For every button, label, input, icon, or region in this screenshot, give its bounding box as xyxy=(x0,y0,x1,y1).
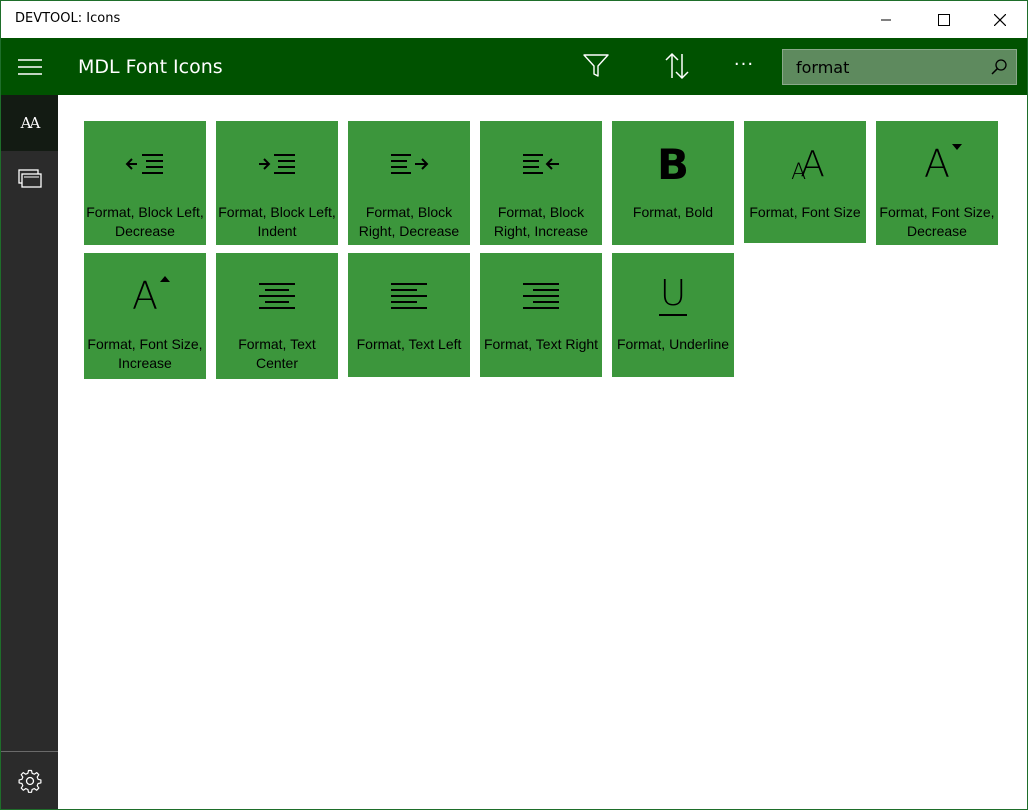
icon-tile-label: Format, Block Left, Decrease xyxy=(86,204,204,239)
icon-tile[interactable]: Format, Block Left, Decrease xyxy=(84,121,206,245)
sort-button[interactable] xyxy=(657,46,697,86)
more-icon: ··· xyxy=(733,53,755,75)
maximize-button[interactable] xyxy=(921,1,967,38)
icon-tile[interactable]: AA Format, Font Size xyxy=(744,121,866,243)
icon-tile-label: Format, Block Right, Decrease xyxy=(358,204,460,239)
app-title: MDL Font Icons xyxy=(78,56,223,78)
filter-icon xyxy=(583,54,609,77)
images-icon xyxy=(17,169,42,188)
window-title: DEVTOOL: Icons xyxy=(15,11,121,26)
icon-tile-label: Format, Text Right xyxy=(483,336,599,352)
icon-tile-label: Format, Bold xyxy=(632,204,714,220)
maximize-icon xyxy=(938,13,950,26)
close-button[interactable] xyxy=(977,1,1023,38)
title-bar: DEVTOOL: Icons xyxy=(1,1,1027,38)
underline-icon: U xyxy=(659,273,687,316)
icon-tile[interactable]: A Format, Font Size, Decrease xyxy=(876,121,998,245)
app-window: DEVTOOL: Icons MDL Font Icons ··· format… xyxy=(0,0,1028,810)
icon-tile-label: Format, Block Left, Indent xyxy=(218,204,336,239)
settings-icon xyxy=(18,769,41,793)
more-button[interactable]: ··· xyxy=(724,44,764,84)
nav-divider xyxy=(1,751,58,752)
icon-tile-label: Format, Text Left xyxy=(356,336,462,352)
icon-tile[interactable]: A Format, Font Size, Increase xyxy=(84,253,206,379)
nav-item-images[interactable] xyxy=(1,151,58,207)
block-left-decrease-icon xyxy=(125,154,163,174)
icon-tile[interactable]: Format, Block Right, Decrease xyxy=(348,121,470,245)
font-icon: AA xyxy=(20,114,41,132)
minimize-icon xyxy=(881,19,891,20)
nav-item-fonts[interactable]: AA xyxy=(1,95,58,151)
bold-icon: B xyxy=(656,139,689,189)
icon-tile[interactable]: Format, Block Right, Increase xyxy=(480,121,602,245)
icon-tile-label: Format, Font Size xyxy=(749,204,861,220)
icon-tile-label: Format, Font Size, Decrease xyxy=(879,204,995,239)
nav-item-settings[interactable] xyxy=(1,753,58,809)
icon-tile[interactable]: Format, Text Center xyxy=(216,253,338,379)
text-right-icon xyxy=(523,283,559,309)
icon-tile[interactable]: Format, Block Left, Indent xyxy=(216,121,338,245)
minimize-button[interactable] xyxy=(863,1,909,38)
search-icon[interactable] xyxy=(990,58,1008,76)
sort-icon xyxy=(665,52,689,80)
icon-tile[interactable]: U Format, Underline xyxy=(612,253,734,377)
search-input[interactable] xyxy=(783,50,983,84)
icon-tile-label: Format, Text Center xyxy=(238,336,316,371)
close-icon xyxy=(994,13,1006,26)
hamburger-icon xyxy=(17,58,42,75)
icon-tile[interactable]: Format, Text Right xyxy=(480,253,602,377)
app-bar: MDL Font Icons ··· xyxy=(1,38,1027,95)
block-left-indent-icon xyxy=(259,154,295,174)
icon-tile-label: Format, Block Right, Increase xyxy=(493,204,589,239)
text-center-icon xyxy=(259,283,295,309)
hamburger-button[interactable] xyxy=(1,38,58,95)
text-left-icon xyxy=(391,283,427,309)
icon-tile[interactable]: B Format, Bold xyxy=(612,121,734,245)
icon-tile[interactable]: Format, Text Left xyxy=(348,253,470,377)
filter-button[interactable] xyxy=(576,46,616,86)
font-size-icon: AA xyxy=(791,143,825,185)
block-right-increase-icon xyxy=(523,154,559,174)
font-size-decrease-icon: A xyxy=(924,142,962,186)
font-size-increase-icon: A xyxy=(132,274,170,318)
block-right-decrease-icon xyxy=(391,154,429,174)
icon-tile-label: Format, Underline xyxy=(616,336,730,352)
left-nav: AA xyxy=(1,95,58,809)
search-box[interactable] xyxy=(782,49,1017,85)
icon-tile-label: Format, Font Size, Increase xyxy=(87,336,203,371)
